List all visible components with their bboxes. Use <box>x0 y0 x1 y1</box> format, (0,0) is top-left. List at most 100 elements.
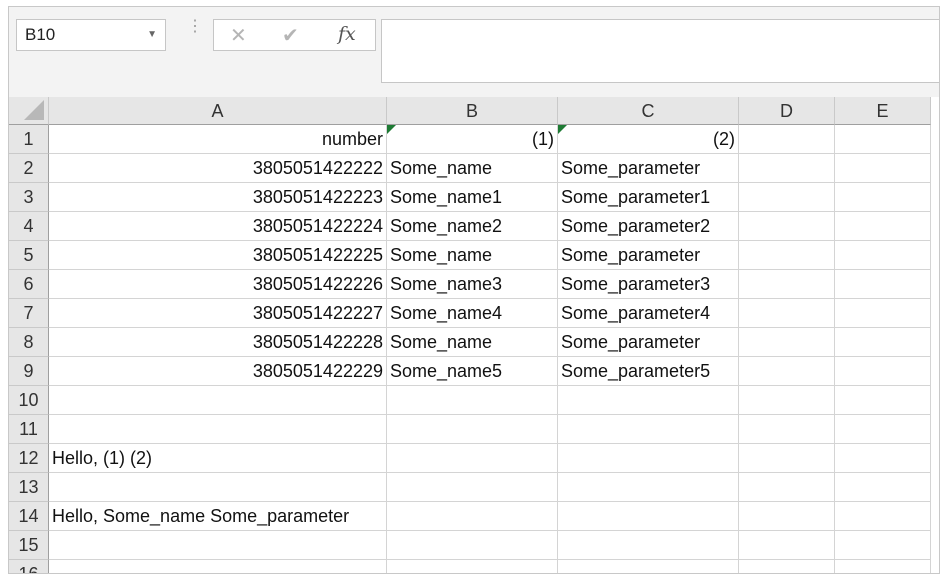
cell-C15[interactable] <box>558 531 739 560</box>
row-header-9[interactable]: 9 <box>9 357 49 386</box>
column-header-D[interactable]: D <box>739 97 835 125</box>
cell-E16[interactable] <box>835 560 931 573</box>
row-header-13[interactable]: 13 <box>9 473 49 502</box>
cell-A14[interactable]: Hello, Some_name Some_parameter <box>49 502 387 531</box>
row-header-2[interactable]: 2 <box>9 154 49 183</box>
cell-E3[interactable] <box>835 183 931 212</box>
cell-E4[interactable] <box>835 212 931 241</box>
column-header-C[interactable]: C <box>558 97 739 125</box>
cell-B8[interactable]: Some_name <box>387 328 558 357</box>
cell-D6[interactable] <box>739 270 835 299</box>
cell-E13[interactable] <box>835 473 931 502</box>
cell-D1[interactable] <box>739 125 835 154</box>
cell-E12[interactable] <box>835 444 931 473</box>
cell-C5[interactable]: Some_parameter <box>558 241 739 270</box>
cell-D15[interactable] <box>739 531 835 560</box>
cell-B2[interactable]: Some_name <box>387 154 558 183</box>
cell-D9[interactable] <box>739 357 835 386</box>
cell-A13[interactable] <box>49 473 387 502</box>
cell-C10[interactable] <box>558 386 739 415</box>
row-header-4[interactable]: 4 <box>9 212 49 241</box>
cell-E1[interactable] <box>835 125 931 154</box>
select-all-corner[interactable] <box>9 97 49 125</box>
cell-B12[interactable] <box>387 444 558 473</box>
column-header-A[interactable]: A <box>49 97 387 125</box>
cell-A8[interactable]: 3805051422228 <box>49 328 387 357</box>
cell-E11[interactable] <box>835 415 931 444</box>
close-icon[interactable]: ✕ <box>230 23 247 48</box>
cell-C14[interactable] <box>558 502 739 531</box>
cell-C13[interactable] <box>558 473 739 502</box>
cell-D14[interactable] <box>739 502 835 531</box>
cell-B5[interactable]: Some_name <box>387 241 558 270</box>
cell-C3[interactable]: Some_parameter1 <box>558 183 739 212</box>
cell-B3[interactable]: Some_name1 <box>387 183 558 212</box>
cell-B16[interactable] <box>387 560 558 573</box>
cell-B15[interactable] <box>387 531 558 560</box>
cell-B6[interactable]: Some_name3 <box>387 270 558 299</box>
column-header-E[interactable]: E <box>835 97 931 125</box>
cell-A1[interactable]: number <box>49 125 387 154</box>
row-header-6[interactable]: 6 <box>9 270 49 299</box>
cell-D16[interactable] <box>739 560 835 573</box>
name-box[interactable]: B10 ▼ <box>16 19 166 51</box>
cell-D5[interactable] <box>739 241 835 270</box>
check-icon[interactable]: ✔ <box>282 23 299 48</box>
cell-C12[interactable] <box>558 444 739 473</box>
row-header-11[interactable]: 11 <box>9 415 49 444</box>
cell-B9[interactable]: Some_name5 <box>387 357 558 386</box>
cell-B10[interactable] <box>387 386 558 415</box>
cell-D10[interactable] <box>739 386 835 415</box>
cell-D13[interactable] <box>739 473 835 502</box>
cell-E14[interactable] <box>835 502 931 531</box>
cell-C6[interactable]: Some_parameter3 <box>558 270 739 299</box>
cell-A16[interactable] <box>49 560 387 573</box>
row-header-7[interactable]: 7 <box>9 299 49 328</box>
cell-A12[interactable]: Hello, (1) (2) <box>49 444 387 473</box>
cell-A11[interactable] <box>49 415 387 444</box>
row-header-1[interactable]: 1 <box>9 125 49 154</box>
row-header-16[interactable]: 16 <box>9 560 49 573</box>
cell-D7[interactable] <box>739 299 835 328</box>
cell-A6[interactable]: 3805051422226 <box>49 270 387 299</box>
cell-E2[interactable] <box>835 154 931 183</box>
cell-A4[interactable]: 3805051422224 <box>49 212 387 241</box>
cell-B14[interactable] <box>387 502 558 531</box>
cell-A10[interactable] <box>49 386 387 415</box>
row-header-5[interactable]: 5 <box>9 241 49 270</box>
row-header-8[interactable]: 8 <box>9 328 49 357</box>
cell-D8[interactable] <box>739 328 835 357</box>
cell-A5[interactable]: 3805051422225 <box>49 241 387 270</box>
cell-A2[interactable]: 3805051422222 <box>49 154 387 183</box>
cell-D4[interactable] <box>739 212 835 241</box>
cell-D2[interactable] <box>739 154 835 183</box>
insert-function-button[interactable]: fx <box>338 23 356 45</box>
cell-A7[interactable]: 3805051422227 <box>49 299 387 328</box>
formula-input[interactable] <box>381 19 939 83</box>
cell-C16[interactable] <box>558 560 739 573</box>
cell-B11[interactable] <box>387 415 558 444</box>
cell-B13[interactable] <box>387 473 558 502</box>
column-header-B[interactable]: B <box>387 97 558 125</box>
row-header-10[interactable]: 10 <box>9 386 49 415</box>
cell-C9[interactable]: Some_parameter5 <box>558 357 739 386</box>
row-header-14[interactable]: 14 <box>9 502 49 531</box>
cell-D3[interactable] <box>739 183 835 212</box>
cell-C2[interactable]: Some_parameter <box>558 154 739 183</box>
cell-A15[interactable] <box>49 531 387 560</box>
cell-C4[interactable]: Some_parameter2 <box>558 212 739 241</box>
cell-E7[interactable] <box>835 299 931 328</box>
cell-E8[interactable] <box>835 328 931 357</box>
cell-B4[interactable]: Some_name2 <box>387 212 558 241</box>
cell-E5[interactable] <box>835 241 931 270</box>
cell-C11[interactable] <box>558 415 739 444</box>
cell-E10[interactable] <box>835 386 931 415</box>
cell-E9[interactable] <box>835 357 931 386</box>
cell-C1[interactable]: (2) <box>558 125 739 154</box>
cell-D12[interactable] <box>739 444 835 473</box>
cell-B7[interactable]: Some_name4 <box>387 299 558 328</box>
cell-D11[interactable] <box>739 415 835 444</box>
chevron-down-icon[interactable]: ▼ <box>147 20 157 50</box>
row-header-12[interactable]: 12 <box>9 444 49 473</box>
cell-B1[interactable]: (1) <box>387 125 558 154</box>
